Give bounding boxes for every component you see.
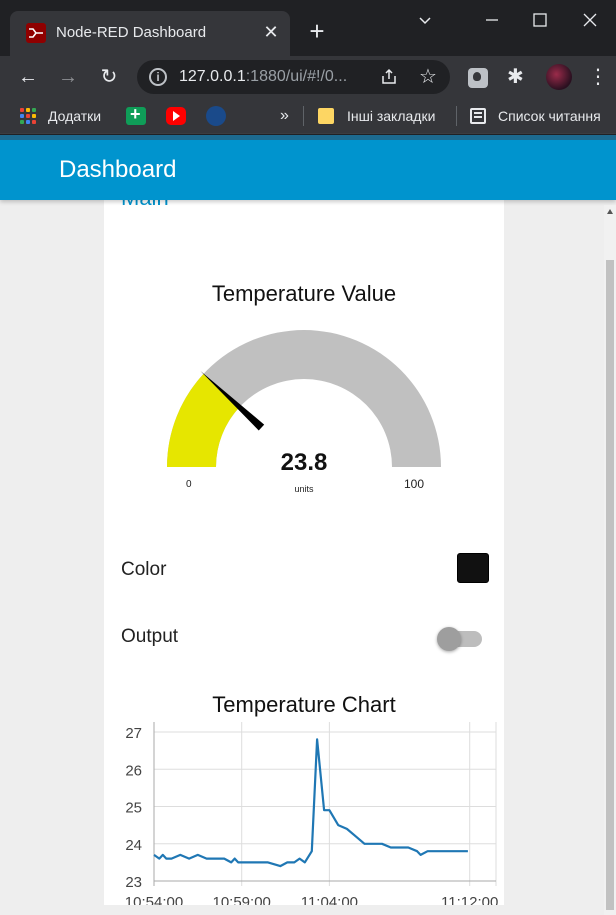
folder-icon [318,108,334,124]
share-icon[interactable] [379,67,399,87]
main-group-card: Main Temperature Value 23.8 units 0 100 … [104,175,504,905]
bookmark-star-icon[interactable]: ☆ [419,64,437,89]
tab-title: Node-RED Dashboard [56,24,207,41]
bookmarks-divider [456,106,457,126]
browser-tab[interactable]: Node-RED Dashboard ✕ [10,11,290,56]
tab-close-icon[interactable]: ✕ [262,23,280,41]
new-tab-button[interactable]: + [305,18,329,44]
chart-series-line [153,738,468,868]
bookmark-youtube-icon[interactable] [166,107,186,125]
gauge-units: units [294,484,314,494]
reading-list-icon [470,108,486,124]
bookmark-apps[interactable]: Додатки [48,106,101,126]
chart-x-tick-label: 11:04:00 [301,894,358,905]
url-text[interactable]: 127.0.0.1:1880/ui/#!/0... [179,68,347,86]
maximize-button[interactable] [528,8,552,32]
chart-y-tick-label: 24 [125,837,142,854]
other-bookmarks[interactable]: Інші закладки [347,106,435,126]
bookmarks-more-button[interactable]: » [280,106,289,126]
color-label: Color [121,559,167,580]
profile-avatar[interactable] [546,64,572,90]
dashboard-title: Dashboard [59,156,177,183]
reload-icon[interactable]: ↻ [96,64,122,90]
close-window-button[interactable] [578,8,602,32]
page-top-strip [0,135,616,140]
browser-menu-icon[interactable]: ⋮ [588,64,608,90]
chart-x-tick-label: 11:12:00 [441,894,498,905]
dashboard-header: Dashboard [0,140,616,200]
chart-y-tick-label: 25 [125,800,142,817]
tab-search-icon[interactable] [413,8,437,32]
chart-x-tick-label: 10:59:00 [212,894,270,905]
back-arrow-icon[interactable]: ← [15,64,41,90]
chart-x-tick-label: 10:54:00 [125,894,183,905]
output-label: Output [121,626,179,647]
gauge-value: 23.8 [280,449,328,476]
browser-toolbar: ← → ↻ i 127.0.0.1:1880/ui/#!/0... ☆ ✱ ⋮ [0,56,616,98]
extension-icon[interactable] [468,68,488,88]
scrollbar-thumb[interactable] [606,260,614,910]
site-info-icon[interactable]: i [149,68,167,86]
apps-grid-icon[interactable] [20,108,36,124]
bookmarks-bar: Додатки » Інші закладки Список читання [0,98,616,134]
url-host: 127.0.0.1 [179,68,246,85]
gauge-max-label: 100 [404,477,425,491]
chart-y-tick-label: 26 [125,762,142,779]
gauge-min-label: 0 [186,479,192,490]
temperature-chart: 23 24 25 26 27 10:54:00 10:59:00 11:04:00 11:12:… [125,722,498,905]
scroll-up-arrow-icon[interactable] [607,209,613,214]
minimize-button[interactable] [480,8,504,32]
output-switch-thumb[interactable] [437,627,461,651]
reading-list[interactable]: Список читання [498,106,601,126]
chart-y-tick-label: 27 [125,725,142,742]
dashboard-page: Dashboard Main Temperature Value 23.8 un… [0,135,616,915]
color-picker-swatch[interactable] [457,553,489,583]
forward-arrow-icon[interactable]: → [55,64,81,90]
address-bar[interactable]: i 127.0.0.1:1880/ui/#!/0... ☆ [137,60,450,94]
chart-y-tick-label: 23 [125,874,142,891]
gauge-title: Temperature Value [211,281,397,306]
bookmarks-divider [303,106,304,126]
chart-title: Temperature Chart [212,692,396,717]
bookmark-green-plus-icon[interactable] [126,104,146,125]
url-path: :1880/ui/#!/0... [245,68,348,85]
extensions-puzzle-icon[interactable]: ✱ [507,64,524,89]
browser-title-bar: Node-RED Dashboard ✕ + [0,0,616,56]
bookmark-globe-icon[interactable] [206,106,226,126]
scrollbar[interactable] [604,205,616,915]
node-red-favicon-icon [26,23,46,43]
